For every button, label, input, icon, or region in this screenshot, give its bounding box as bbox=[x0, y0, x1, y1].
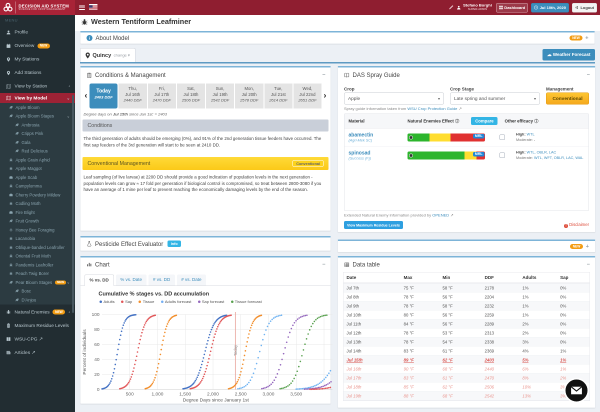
svg-text:1,000: 1,000 bbox=[152, 391, 164, 397]
svg-text:Degree Days since January 1st: Degree Days since January 1st bbox=[183, 397, 250, 403]
svg-text:Percent of individuals: Percent of individuals bbox=[82, 329, 88, 375]
svg-text:500: 500 bbox=[126, 391, 134, 397]
svg-text:20: 20 bbox=[94, 372, 100, 378]
svg-text:2,500: 2,500 bbox=[235, 391, 247, 397]
svg-text:3,500: 3,500 bbox=[290, 391, 302, 397]
svg-text:2,000: 2,000 bbox=[207, 391, 219, 397]
svg-text:0: 0 bbox=[97, 387, 100, 393]
svg-text:80: 80 bbox=[94, 327, 100, 333]
svg-text:3,000: 3,000 bbox=[263, 391, 275, 397]
svg-text:Today: Today bbox=[233, 344, 238, 356]
svg-text:1,500: 1,500 bbox=[179, 391, 191, 397]
svg-text:100: 100 bbox=[92, 312, 100, 318]
svg-text:40: 40 bbox=[94, 357, 100, 363]
svg-text:60: 60 bbox=[94, 342, 100, 348]
